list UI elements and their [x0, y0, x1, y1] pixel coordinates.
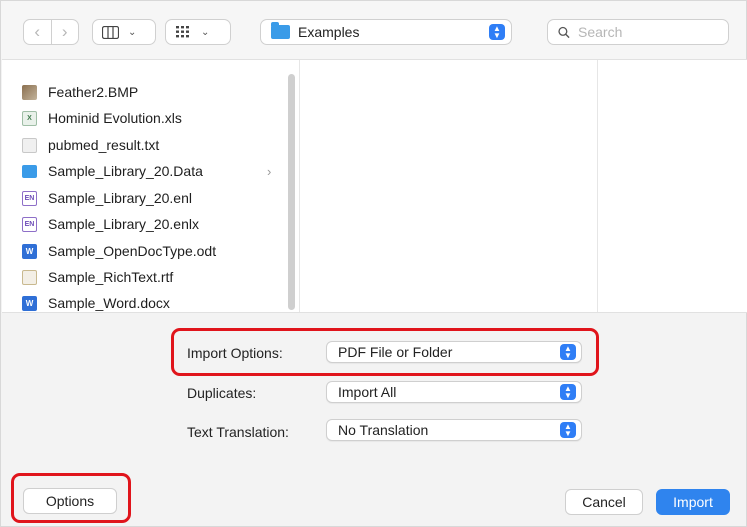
text-file-icon	[22, 137, 37, 153]
file-name: Sample_Word.docx	[48, 295, 170, 311]
duplicates-value: Import All	[338, 384, 397, 400]
file-name: pubmed_result.txt	[48, 137, 160, 153]
file-name: Sample_Library_20.Data	[48, 163, 203, 179]
import-dialog: ‹ › ⌄ ⌄ Examples ▲ ▼ Search Feather2.BMP…	[0, 0, 747, 527]
location-label: Examples	[298, 24, 360, 40]
text-translation-value: No Translation	[338, 422, 429, 438]
folder-icon	[271, 22, 290, 39]
folder-icon	[22, 164, 37, 178]
list-item[interactable]: EN Sample_Library_20.enlx	[22, 213, 199, 235]
rich-text-file-icon	[22, 269, 37, 285]
list-item[interactable]: Sample_Library_20.Data ›	[22, 160, 282, 182]
spreadsheet-file-icon: X	[22, 110, 37, 126]
list-item[interactable]: X Hominid Evolution.xls	[22, 107, 182, 129]
list-item[interactable]: W Sample_OpenDocType.odt	[22, 240, 216, 262]
popup-stepper-icon: ▲ ▼	[560, 384, 576, 400]
duplicates-popup[interactable]: Import All ▲ ▼	[326, 381, 582, 403]
empty-column	[599, 60, 746, 312]
search-icon	[558, 26, 570, 38]
text-translation-popup[interactable]: No Translation ▲ ▼	[326, 419, 582, 441]
file-name: Sample_OpenDocType.odt	[48, 243, 217, 259]
location-popup[interactable]: Examples ▲ ▼	[260, 19, 512, 45]
chevron-down-icon: ⌄	[128, 26, 137, 38]
file-name: Sample_Library_20.enl	[48, 190, 192, 206]
popup-stepper-icon: ▲ ▼	[560, 422, 576, 438]
options-button[interactable]: Options	[23, 488, 117, 514]
image-file-icon	[22, 84, 37, 100]
preview-column	[301, 60, 598, 312]
scrollbar[interactable]	[288, 74, 295, 310]
navigation-buttons: ‹ ›	[23, 19, 79, 45]
document-file-icon: W	[22, 243, 37, 259]
list-item[interactable]: Sample_RichText.rtf	[22, 266, 173, 288]
list-item[interactable]: pubmed_result.txt	[22, 134, 159, 156]
column-view-button[interactable]: ⌄	[92, 19, 156, 45]
file-column: Feather2.BMP X Hominid Evolution.xls pub…	[2, 60, 300, 312]
endnote-library-icon: EN	[22, 216, 37, 232]
file-name: Feather2.BMP	[48, 84, 139, 100]
chevron-right-icon[interactable]: ›	[50, 20, 79, 44]
import-options-highlight	[171, 328, 599, 376]
duplicates-label: Duplicates:	[187, 385, 257, 401]
file-name: Sample_RichText.rtf	[48, 269, 174, 285]
popup-stepper-icon: ▲ ▼	[489, 24, 505, 40]
search-input[interactable]	[578, 24, 718, 40]
endnote-library-icon: EN	[22, 190, 37, 206]
column-view-icon	[102, 25, 119, 39]
list-item[interactable]: W Sample_Word.docx	[22, 292, 170, 312]
word-file-icon: W	[22, 295, 37, 311]
chevron-down-icon: ⌄	[201, 26, 210, 38]
file-name: Hominid Evolution.xls	[48, 110, 182, 126]
import-button[interactable]: Import	[656, 489, 730, 515]
grid-view-button[interactable]: ⌄	[165, 19, 231, 45]
grid-view-icon	[176, 26, 189, 38]
search-field[interactable]	[547, 19, 729, 45]
cancel-button[interactable]: Cancel	[565, 489, 643, 515]
file-browser: Feather2.BMP X Hominid Evolution.xls pub…	[2, 59, 747, 313]
chevron-right-icon: ›	[267, 163, 272, 179]
list-item[interactable]: Feather2.BMP	[22, 81, 138, 103]
file-name: Sample_Library_20.enlx	[48, 216, 199, 232]
text-translation-label: Text Translation:	[187, 424, 289, 440]
toolbar: ‹ › ⌄ ⌄ Examples ▲ ▼	[1, 1, 746, 59]
list-item[interactable]: EN Sample_Library_20.enl	[22, 187, 192, 209]
chevron-left-icon[interactable]: ‹	[24, 20, 51, 44]
